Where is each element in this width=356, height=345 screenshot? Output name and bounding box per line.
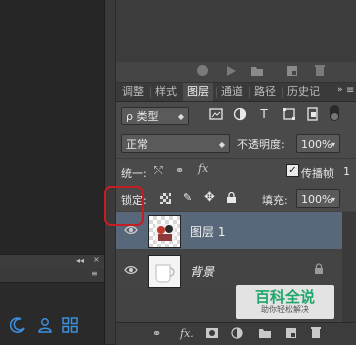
delete-layer-trash-icon[interactable]: [310, 326, 322, 339]
blend-mode-select[interactable]: 正常 ◆: [121, 134, 230, 153]
select-arrow-icon: ◆: [177, 112, 184, 121]
adjustment-layer-filter-icon[interactable]: [233, 107, 247, 121]
filter-kind-value: 类型: [136, 110, 159, 123]
opacity-label: 不透明度:: [237, 138, 285, 151]
collapsed-panel-header[interactable]: ◂◂ ×: [0, 254, 104, 268]
user-icon[interactable]: [37, 317, 53, 333]
watermark-logo: 百科全说 助你轻松解决: [236, 285, 334, 319]
layers-scrollbar[interactable]: [342, 212, 356, 322]
filter-kind-select[interactable]: ρ 类型 ◆: [121, 107, 189, 125]
highlight-annotation-box: [104, 186, 144, 226]
shape-layer-filter-icon[interactable]: [282, 107, 296, 121]
filter-toggle-knob: [331, 113, 338, 120]
select-arrow-icon: ◆: [218, 140, 225, 149]
panel-menu-icon[interactable]: ≡: [91, 269, 98, 278]
search-prefix-icon: ρ: [126, 110, 133, 123]
lock-transparent-pixels-icon[interactable]: [160, 193, 171, 204]
dropdown-arrow-icon: ▾: [330, 140, 335, 149]
layer-lock-icon: [315, 263, 323, 274]
animation-toolbar: [116, 62, 356, 139]
layer-thumbnail: [148, 255, 181, 288]
blend-mode-value: 正常: [126, 138, 148, 151]
unify-visibility-icon[interactable]: ⚭: [175, 164, 184, 177]
new-group-folder-icon[interactable]: [258, 327, 272, 339]
folder-icon[interactable]: [250, 65, 264, 77]
type-layer-filter-icon[interactable]: T: [257, 107, 271, 121]
opacity-input[interactable]: 100% ▾: [296, 134, 340, 153]
layer-thumbnail-image: [155, 224, 175, 241]
tab-layers[interactable]: 图层: [183, 83, 213, 101]
panel-dock-divider[interactable]: [104, 0, 115, 344]
panel-overflow-arrows-icon[interactable]: »: [337, 85, 343, 95]
add-layer-style-icon[interactable]: fx.: [180, 327, 194, 340]
panel-tab-bar: 调整 样式 图层 通道 路径 历史记 » ≡: [116, 83, 356, 102]
layer-name: 背景: [190, 265, 215, 279]
unify-position-icon[interactable]: ⤲: [154, 164, 163, 178]
unify-label: 统一:: [121, 167, 147, 180]
smart-object-filter-icon[interactable]: [306, 107, 320, 121]
new-frame-icon[interactable]: [286, 65, 298, 77]
fill-input[interactable]: 100% ▾: [296, 189, 340, 208]
unify-style-icon[interactable]: fx: [198, 162, 208, 175]
lock-image-pixels-icon[interactable]: ✎: [183, 191, 192, 204]
tab-channels[interactable]: 通道: [217, 83, 247, 101]
fill-value: 100%: [301, 193, 333, 206]
tab-history[interactable]: 历史记: [283, 83, 324, 101]
upper-panel-area: [116, 0, 356, 62]
propagate-checkbox[interactable]: ✓: [286, 164, 299, 177]
add-mask-icon[interactable]: [206, 327, 218, 339]
opacity-value: 100%: [301, 138, 333, 151]
lock-position-icon[interactable]: ✥: [204, 190, 215, 205]
tab-paths[interactable]: 路径: [250, 83, 280, 101]
tab-styles[interactable]: 样式: [151, 83, 181, 101]
watermark-subtitle: 助你轻松解决: [261, 305, 309, 314]
document-canvas-area: [0, 0, 104, 254]
eye-icon[interactable]: [124, 263, 138, 277]
dropdown-arrow-icon: ▾: [330, 195, 335, 204]
layer-row-layer1[interactable]: 图层 1: [116, 212, 342, 249]
trash-icon[interactable]: [314, 64, 326, 77]
collapsed-panel-menu-bar: ≡: [0, 268, 104, 283]
layer-row-background[interactable]: 背景: [116, 252, 342, 289]
play-icon[interactable]: [225, 65, 237, 77]
tab-adjustments[interactable]: 调整: [118, 83, 148, 101]
layer-name: 图层 1: [190, 225, 226, 239]
moon-icon[interactable]: [10, 317, 26, 333]
record-icon[interactable]: [197, 65, 208, 76]
fill-label: 填充:: [262, 194, 288, 207]
pixel-layer-filter-icon[interactable]: [209, 107, 223, 121]
panel-menu-icon[interactable]: ≡: [346, 85, 354, 96]
propagate-label: 传播帧: [301, 167, 334, 180]
collapse-panel-button[interactable]: ◂◂: [76, 256, 84, 265]
link-layers-icon[interactable]: ⚭: [152, 327, 161, 340]
new-layer-icon[interactable]: [285, 327, 297, 339]
cup-thumbnail-image: [155, 264, 175, 283]
grid-icon[interactable]: [62, 317, 78, 333]
layer-thumbnail: [148, 215, 181, 248]
lock-all-icon[interactable]: [226, 191, 237, 204]
propagate-count: 1: [343, 165, 350, 178]
new-adjustment-layer-icon[interactable]: [231, 327, 245, 339]
close-panel-button[interactable]: ×: [93, 255, 100, 264]
collapsed-panel-body: [0, 283, 104, 344]
